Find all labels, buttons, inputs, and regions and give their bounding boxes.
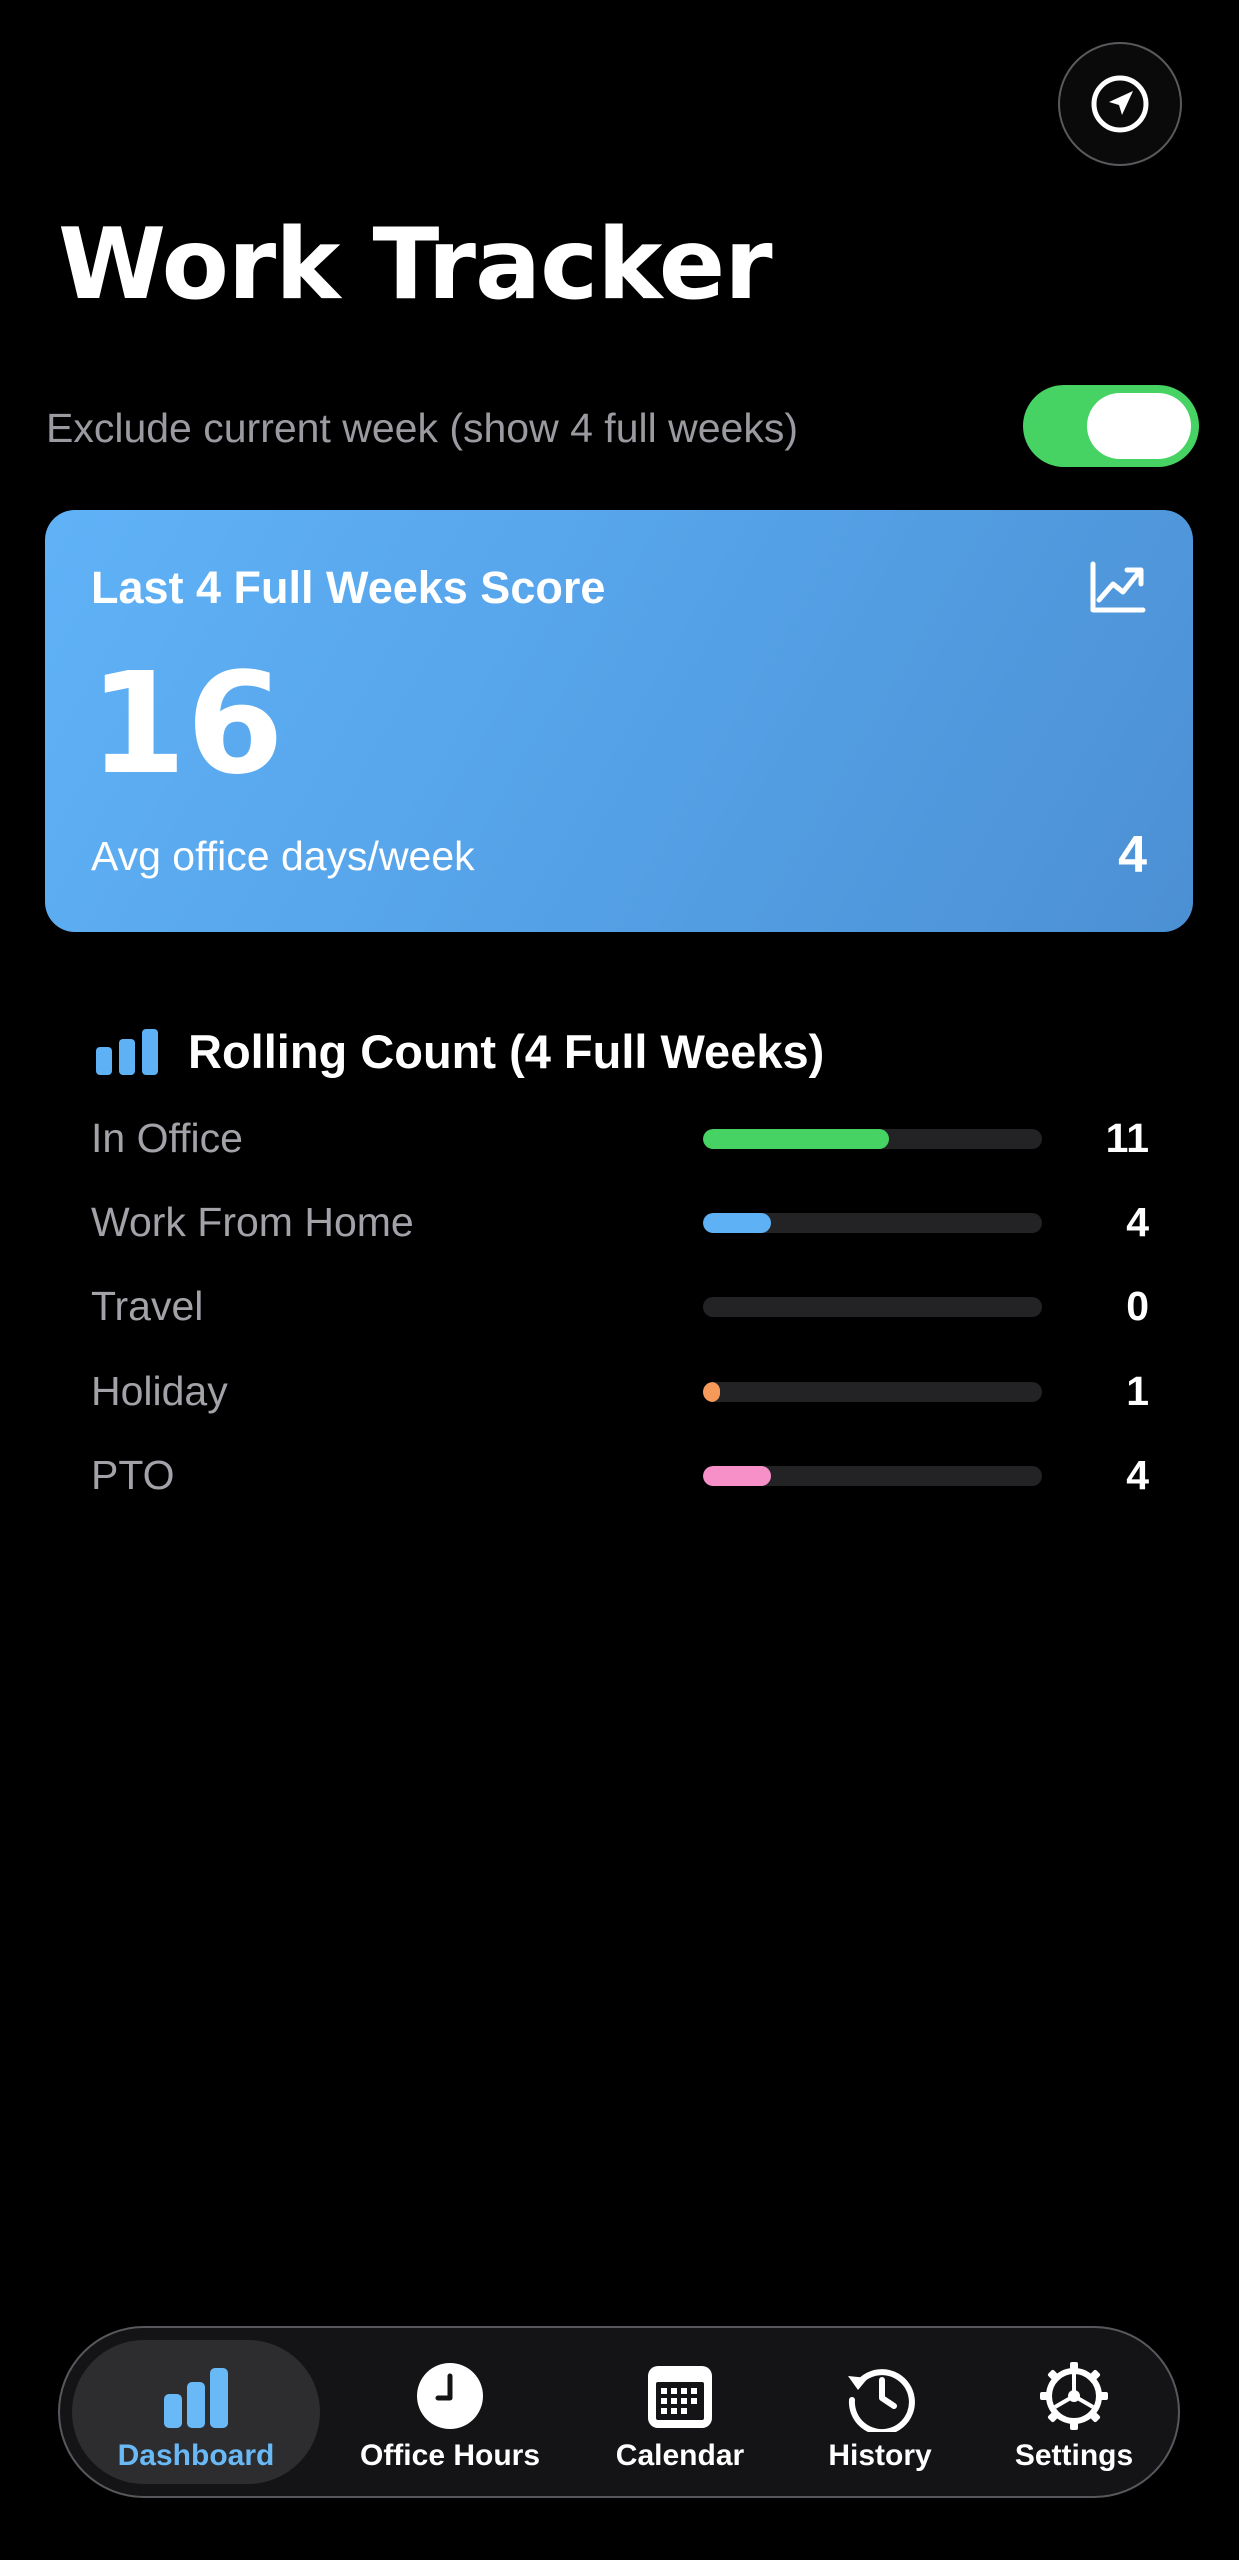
score-card[interactable]: Last 4 Full Weeks Score 16 Avg office da… <box>45 510 1193 932</box>
history-icon <box>848 2369 915 2432</box>
rolling-count-header: Rolling Count (4 Full Weeks) <box>94 1020 824 1084</box>
rolling-row-work-from-home: Work From Home 4 <box>91 1192 1149 1252</box>
rolling-row-track <box>703 1466 1042 1486</box>
clock-icon <box>417 2363 483 2429</box>
rolling-row-pto: PTO 4 <box>91 1445 1149 1505</box>
tab-label: Dashboard <box>117 2439 275 2472</box>
rolling-row-value: 4 <box>1126 1452 1149 1498</box>
rolling-row-bar <box>703 1466 771 1486</box>
rolling-row-value: 4 <box>1126 1199 1149 1245</box>
tab-calendar[interactable]: Calendar <box>590 2340 770 2484</box>
rolling-row-label: Travel <box>91 1283 204 1329</box>
exclude-current-week-row: Exclude current week (show 4 full weeks) <box>46 385 1199 467</box>
rolling-row-bar <box>703 1129 890 1149</box>
tab-label: Calendar <box>615 2439 745 2472</box>
rolling-row-value: 0 <box>1126 1283 1149 1329</box>
rolling-row-track <box>703 1129 1042 1149</box>
calendar-icon <box>648 2366 712 2428</box>
gear-icon <box>1040 2362 1108 2430</box>
tab-label: Settings <box>1014 2439 1134 2472</box>
location-button[interactable] <box>1058 42 1182 166</box>
rolling-row-bar <box>703 1213 771 1233</box>
tab-office-hours[interactable]: Office Hours <box>330 2340 570 2484</box>
rolling-row-track <box>703 1213 1042 1233</box>
rolling-row-holiday: Holiday 1 <box>91 1361 1149 1421</box>
bar-chart-icon <box>164 2368 228 2428</box>
toggle-knob <box>1087 393 1191 459</box>
tab-history[interactable]: History <box>790 2340 970 2484</box>
rolling-row-label: Work From Home <box>91 1199 414 1245</box>
avg-office-days-label: Avg office days/week <box>91 833 475 879</box>
exclude-current-week-toggle[interactable] <box>1023 385 1199 467</box>
score-card-title: Last 4 Full Weeks Score <box>91 562 606 613</box>
rolling-row-value: 11 <box>1105 1115 1149 1161</box>
rolling-row-label: Holiday <box>91 1368 228 1414</box>
tab-dashboard[interactable]: Dashboard <box>72 2340 320 2484</box>
rolling-row-track <box>703 1297 1042 1317</box>
location-arrow-icon <box>1091 75 1149 133</box>
tab-bar: Dashboard Office Hours Calendar History … <box>58 2326 1180 2498</box>
rolling-row-track <box>703 1382 1042 1402</box>
rolling-row-label: In Office <box>91 1115 243 1161</box>
score-value: 16 <box>89 643 284 806</box>
rolling-row-value: 1 <box>1126 1368 1149 1414</box>
trend-chart-icon <box>1090 561 1146 613</box>
rolling-row-label: PTO <box>91 1452 175 1498</box>
rolling-row-bar <box>703 1382 720 1402</box>
bar-chart-icon <box>96 1029 158 1075</box>
tab-label: Office Hours <box>359 2439 541 2472</box>
page-title: Work Tracker <box>58 208 773 322</box>
rolling-count-title: Rolling Count (4 Full Weeks) <box>188 1025 825 1078</box>
exclude-current-week-label: Exclude current week (show 4 full weeks) <box>46 405 798 451</box>
avg-office-days-value: 4 <box>1118 826 1147 884</box>
rolling-row-in-office: In Office 11 <box>91 1108 1149 1168</box>
rolling-row-travel: Travel 0 <box>91 1276 1149 1336</box>
tab-label: History <box>828 2439 932 2472</box>
tab-settings[interactable]: Settings <box>984 2340 1164 2484</box>
